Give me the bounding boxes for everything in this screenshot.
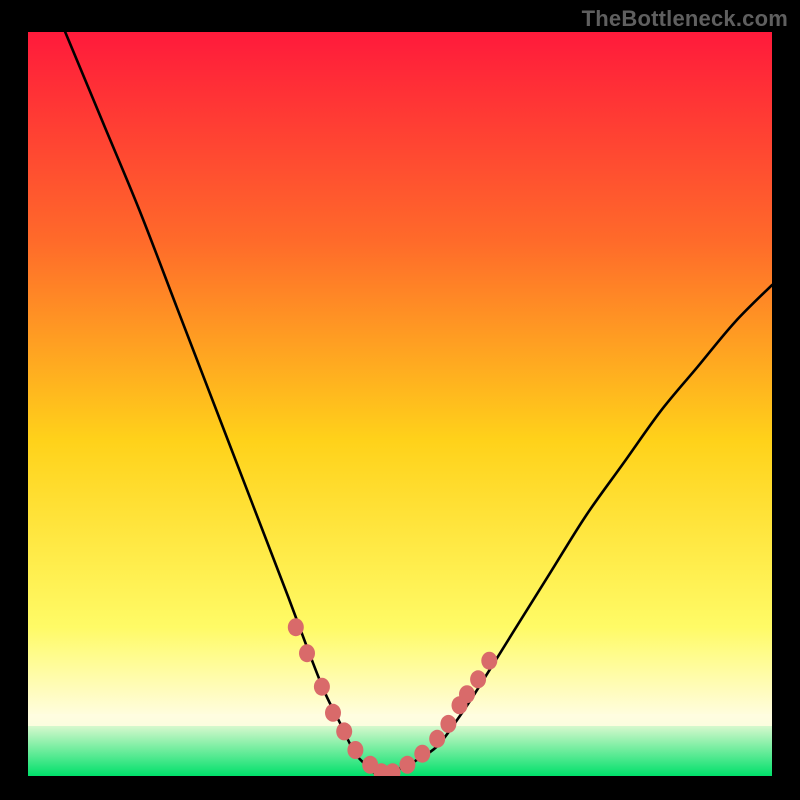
marker-dot	[414, 745, 430, 763]
bottleneck-chart-svg	[28, 32, 772, 776]
marker-dot	[399, 756, 415, 774]
watermark-text: TheBottleneck.com	[582, 6, 788, 32]
pale-band	[28, 714, 772, 726]
marker-dot	[336, 722, 352, 740]
marker-dot	[429, 730, 445, 748]
plot-area	[28, 32, 772, 776]
marker-dot	[459, 685, 475, 703]
marker-dot	[470, 670, 486, 688]
marker-dot	[325, 704, 341, 722]
marker-dot	[347, 741, 363, 759]
marker-dot	[314, 678, 330, 696]
gradient-background	[28, 32, 772, 776]
marker-dot	[299, 644, 315, 662]
marker-dot	[440, 715, 456, 733]
chart-frame: TheBottleneck.com	[0, 0, 800, 800]
marker-dot	[288, 618, 304, 636]
marker-dot	[481, 652, 497, 670]
